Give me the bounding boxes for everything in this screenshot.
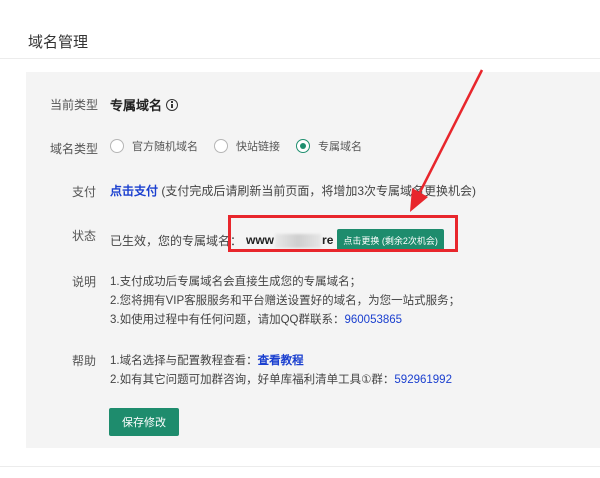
current-type-label: 当前类型 bbox=[50, 98, 99, 112]
payment-row: 点击支付 (支付完成后请刷新当前页面，将增加3次专属域名更换机会) bbox=[110, 182, 476, 199]
radio-kuaizhan-link[interactable]: 快站链接 bbox=[214, 138, 280, 154]
current-type-text: 专属域名 bbox=[110, 98, 163, 113]
radio-checked-icon[interactable] bbox=[296, 139, 310, 153]
help-line-1: 1.域名选择与配置教程查看：查看教程 bbox=[110, 352, 452, 371]
settings-panel bbox=[26, 72, 600, 448]
info-icon[interactable] bbox=[166, 98, 179, 111]
radio-exclusive-domain[interactable]: 专属域名 bbox=[296, 138, 362, 154]
view-tutorial-link[interactable]: 查看教程 bbox=[258, 355, 304, 367]
help-group-number[interactable]: 592961992 bbox=[394, 374, 452, 386]
radio-label: 专属域名 bbox=[318, 141, 362, 153]
radio-circle-icon[interactable] bbox=[214, 139, 228, 153]
radio-official-random[interactable]: 官方随机域名 bbox=[110, 138, 198, 154]
page-title: 域名管理 bbox=[28, 34, 89, 51]
pay-link[interactable]: 点击支付 bbox=[110, 184, 158, 198]
help-line-2: 2.如有其它问题可加群咨询，好单库福利清单工具①群：592961992 bbox=[110, 371, 452, 390]
radio-circle-icon[interactable] bbox=[110, 139, 124, 153]
radio-label: 快站链接 bbox=[236, 141, 280, 153]
bottom-divider bbox=[0, 466, 600, 467]
description-line-1: 1.支付成功后专属域名会直接生成您的专属域名； bbox=[110, 276, 362, 288]
description-line-3: 3.如使用过程中有任何问题，请加QQ群联系：960053865 bbox=[110, 311, 460, 330]
title-divider bbox=[0, 58, 600, 59]
current-type-value: 专属域名 bbox=[110, 95, 179, 114]
qq-group-number[interactable]: 960053865 bbox=[344, 314, 402, 326]
save-changes-button[interactable]: 保存修改 bbox=[109, 408, 179, 436]
help-lines: 1.域名选择与配置教程查看：查看教程 2.如有其它问题可加群咨询，好单库福利清单… bbox=[110, 352, 452, 390]
payment-note: (支付完成后请刷新当前页面，将增加3次专属域名更换机会) bbox=[161, 184, 477, 198]
domain-type-radio-group: 官方随机域名 快站链接 专属域名 bbox=[110, 138, 378, 154]
status-text: 已生效，您的专属域名： bbox=[110, 234, 243, 248]
description-lines: 1.支付成功后专属域名会直接生成您的专属域名； 2.您将拥有VIP客服服务和平台… bbox=[110, 273, 460, 330]
help-line-2-text: 2.如有其它问题可加群咨询，好单库福利清单工具①群： bbox=[110, 374, 395, 386]
help-line-1-text: 1.域名选择与配置教程查看： bbox=[110, 355, 258, 367]
radio-label: 官方随机域名 bbox=[132, 141, 198, 153]
domain-type-label: 域名类型 bbox=[50, 142, 99, 156]
description-line-3-text: 3.如使用过程中有任何问题，请加QQ群联系： bbox=[110, 314, 345, 326]
annotation-highlight-box bbox=[228, 215, 458, 252]
description-line-2: 2.您将拥有VIP客服服务和平台赠送设置好的域名，为您一站式服务； bbox=[110, 295, 461, 307]
